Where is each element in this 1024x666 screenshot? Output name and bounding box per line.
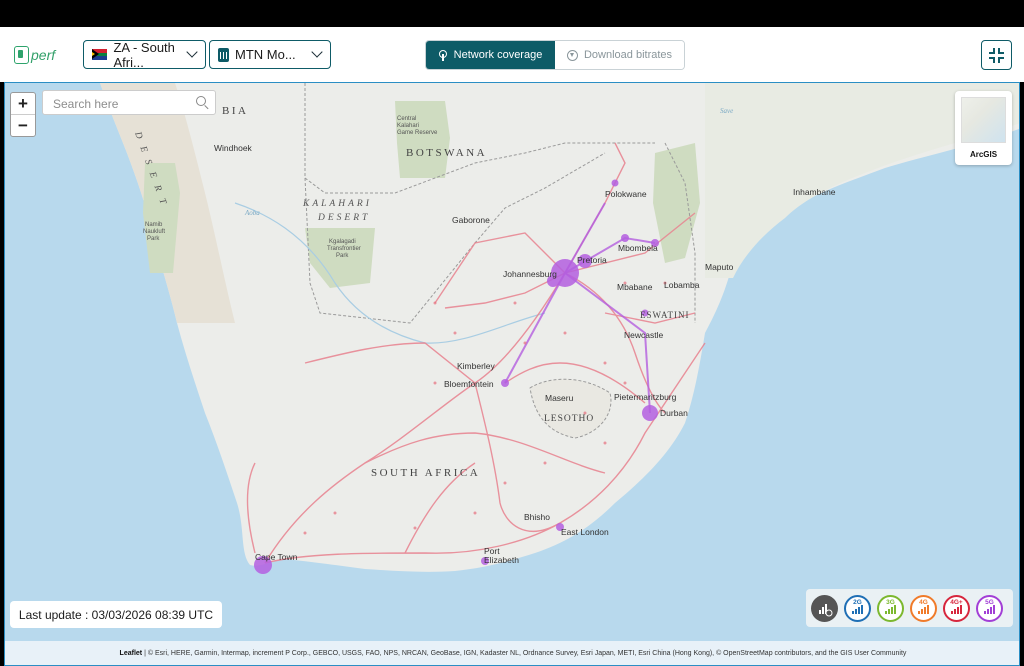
basemap-thumbnail xyxy=(961,97,1006,143)
signal-icon xyxy=(951,604,962,614)
legend-4g-plus-button[interactable]: 4G+ xyxy=(943,594,970,622)
legend-2g-button[interactable]: 2G xyxy=(844,594,871,622)
compress-icon xyxy=(989,47,1004,63)
svg-text:Game Reserve: Game Reserve xyxy=(397,130,438,136)
map-search-box xyxy=(42,90,216,115)
legend-4g-plus-label: 4G+ xyxy=(950,598,963,606)
map-label-kalahari: KALAHARI xyxy=(302,199,372,209)
map-label-bia: BIA xyxy=(222,105,248,117)
nperf-logo-icon xyxy=(14,46,29,64)
operator-select-value: MTN Mo... xyxy=(235,47,296,62)
search-icon[interactable] xyxy=(196,96,206,106)
map-label-durban: Durban xyxy=(660,408,688,418)
svg-text:Transfrontier: Transfrontier xyxy=(327,246,361,252)
coverage-map[interactable]: BIA Windhoek Central Kalahari Game Reser… xyxy=(4,82,1020,666)
sim-card-icon xyxy=(218,47,229,62)
svg-text:Naukluft: Naukluft xyxy=(143,229,165,235)
search-input[interactable] xyxy=(51,94,195,113)
map-label-kimberley: Kimberley xyxy=(457,361,496,371)
svg-text:Aoba: Aoba xyxy=(244,209,260,217)
map-label-bhisho: Bhisho xyxy=(524,512,550,522)
map-label-east-london: East London xyxy=(561,527,609,537)
map-label-maputo: Maputo xyxy=(705,262,734,272)
map-label-polokwane: Polokwane xyxy=(605,189,647,199)
legend-5g-button[interactable]: 5G xyxy=(976,594,1003,622)
svg-text:Park: Park xyxy=(336,253,349,259)
legend-4g-label: 4G xyxy=(919,598,928,606)
south-africa-flag-icon xyxy=(92,49,108,60)
svg-text:Namib: Namib xyxy=(145,222,163,228)
basemap-canvas: BIA Windhoek Central Kalahari Game Reser… xyxy=(5,83,1019,665)
map-label-windhoek: Windhoek xyxy=(214,143,253,153)
legend-3g-label: 3G xyxy=(886,598,895,606)
signal-icon xyxy=(885,604,896,614)
signal-icon xyxy=(984,604,995,614)
zoom-out-button[interactable]: − xyxy=(11,114,35,136)
legend-3g-button[interactable]: 3G xyxy=(877,594,904,622)
nperf-logo[interactable]: perf xyxy=(14,45,55,65)
map-label-lobamba: Lobamba xyxy=(664,280,700,290)
map-label-gaborone: Gaborone xyxy=(452,215,490,225)
basemap-label: ArcGIS xyxy=(969,150,998,159)
zoom-control: + − xyxy=(10,92,36,137)
svg-text:Kgalagadi: Kgalagadi xyxy=(329,239,356,245)
map-label-pretoria: Pretoria xyxy=(577,255,607,265)
map-label-desert: DESERT xyxy=(317,213,370,223)
legend-2g-label: 2G xyxy=(853,598,862,606)
map-label-inhambane: Inhambane xyxy=(793,187,836,197)
signal-icon xyxy=(918,604,929,614)
map-label-pietermaritzburg: Pietermaritzburg xyxy=(614,392,677,402)
network-coverage-label: Network coverage xyxy=(453,49,543,61)
map-label-south-africa: SOUTH AFRICA xyxy=(371,467,480,479)
map-label-eswatini: ESWATINI xyxy=(640,310,690,320)
chevron-down-icon xyxy=(311,46,323,58)
svg-text:Park: Park xyxy=(147,236,160,242)
network-coverage-tab[interactable]: Network coverage xyxy=(426,41,555,69)
download-icon xyxy=(566,49,578,61)
exit-fullscreen-button[interactable] xyxy=(981,40,1012,70)
basemap-switcher[interactable]: ArcGIS xyxy=(955,91,1012,165)
map-label-lesotho: LESOTHO xyxy=(544,414,594,424)
map-attribution: Leaflet | © Esri, HERE, Garmin, Intermap… xyxy=(5,641,1019,665)
svg-text:Central: Central xyxy=(397,116,416,122)
map-label-johannesburg: Johannesburg xyxy=(503,269,557,279)
logo-text: perf xyxy=(31,47,56,63)
legend-4g-button[interactable]: 4G xyxy=(910,594,937,622)
all-technologies-filter[interactable] xyxy=(811,594,838,622)
leaflet-link[interactable]: Leaflet xyxy=(120,650,143,657)
map-label-newcastle: Newcastle xyxy=(624,330,663,340)
map-label-bloemfontein: Bloemfontein xyxy=(444,379,494,389)
download-bitrates-tab[interactable]: Download bitrates xyxy=(555,41,684,69)
view-toggle: Network coverage Download bitrates xyxy=(425,40,685,70)
map-label-mbombela: Mbombela xyxy=(618,243,658,253)
antenna-icon xyxy=(438,49,448,61)
attribution-text: | © Esri, HERE, Garmin, Intermap, increm… xyxy=(144,649,907,657)
technology-legend: 2G 3G 4G 4G+ 5G xyxy=(806,589,1013,627)
country-select[interactable]: ZA - South Afri... xyxy=(83,40,206,70)
svg-text:Kalahari: Kalahari xyxy=(397,123,419,129)
signal-off-icon xyxy=(818,603,832,616)
map-label-cape-town: Cape Town xyxy=(255,552,298,562)
map-label-port-elizabeth-2: Elizabeth xyxy=(484,555,519,565)
svg-text:Save: Save xyxy=(720,107,733,115)
legend-5g-label: 5G xyxy=(985,598,994,606)
map-label-botswana: BOTSWANA xyxy=(406,147,487,159)
map-label-mbabane: Mbabane xyxy=(617,282,653,292)
map-label-maseru: Maseru xyxy=(545,393,574,403)
signal-icon xyxy=(852,604,863,614)
zoom-in-button[interactable]: + xyxy=(11,93,35,114)
download-bitrates-label: Download bitrates xyxy=(583,49,673,61)
app-header: perf ZA - South Afri... MTN Mo... Networ… xyxy=(0,27,1024,82)
operator-select[interactable]: MTN Mo... xyxy=(209,40,331,69)
browser-top-bar xyxy=(0,0,1024,27)
last-update-label: Last update : 03/03/2026 08:39 UTC xyxy=(10,601,222,628)
